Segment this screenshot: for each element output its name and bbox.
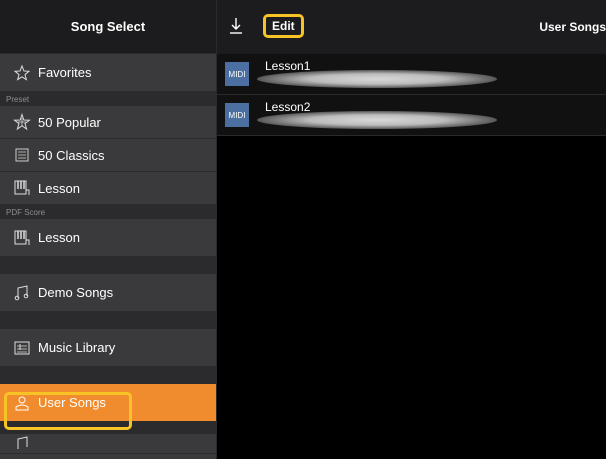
sidebar-item-50-popular[interactable]: 50 Popular xyxy=(0,106,216,139)
sidebar-item-favorites[interactable]: Favorites xyxy=(0,54,216,92)
sidebar-divider xyxy=(0,422,216,434)
midi-badge: MIDI xyxy=(225,62,249,86)
sidebar-item-label: Lesson xyxy=(38,180,80,196)
sidebar-item-lesson-pdf[interactable]: Lesson xyxy=(0,219,216,257)
sidebar-item-label: Demo Songs xyxy=(38,285,114,300)
sidebar-item-label: 50 Popular xyxy=(38,114,101,130)
sidebar-divider xyxy=(0,367,216,384)
list-item[interactable]: MIDI Lesson2 xyxy=(217,95,606,136)
song-name: Lesson2 xyxy=(265,100,311,114)
section-header-preset: Preset xyxy=(0,92,216,106)
midi-badge: MIDI xyxy=(225,103,249,127)
sidebar-divider xyxy=(0,312,216,329)
piano-keys-icon xyxy=(13,179,31,197)
sidebar-item-next[interactable] xyxy=(0,434,216,454)
sidebar-item-label: User Songs xyxy=(38,395,106,410)
song-name: Lesson1 xyxy=(265,59,311,73)
user-songs-panel: Edit User Songs MIDI Lesson1 MIDI Lesson… xyxy=(216,0,606,459)
sidebar-item-50-classics[interactable]: 50 Classics xyxy=(0,139,216,172)
song-select-sidebar: Song Select Favorites Preset 50 Popular … xyxy=(0,0,216,459)
sidebar-title: Song Select xyxy=(0,0,216,54)
user-icon xyxy=(13,394,31,412)
download-icon[interactable] xyxy=(228,17,244,37)
sidebar-divider xyxy=(0,257,216,274)
music-notes-icon xyxy=(13,284,31,302)
toolbar: Edit User Songs xyxy=(217,0,606,54)
sidebar-item-music-library[interactable]: Music Library xyxy=(0,329,216,367)
page-title: User Songs xyxy=(539,20,606,34)
song-list: MIDI Lesson1 MIDI Lesson2 xyxy=(217,54,606,136)
app-window: Song Select Favorites Preset 50 Popular … xyxy=(0,0,606,459)
composer-bust-icon xyxy=(13,146,31,164)
sidebar-item-label: 50 Classics xyxy=(38,147,105,163)
sidebar-item-label: Favorites xyxy=(38,65,92,80)
section-header-pdf-score: PDF Score xyxy=(0,205,216,219)
edit-button[interactable]: Edit xyxy=(263,14,304,38)
sidebar-item-user-songs[interactable]: User Songs xyxy=(0,384,216,422)
sidebar-item-label: Lesson xyxy=(38,230,80,245)
sidebar-item-demo-songs[interactable]: Demo Songs xyxy=(0,274,216,312)
sidebar-item-lesson-preset[interactable]: Lesson xyxy=(0,172,216,205)
piano-keys-icon xyxy=(13,229,31,247)
list-item[interactable]: MIDI Lesson1 xyxy=(217,54,606,95)
music-notes-icon xyxy=(13,435,31,453)
star-burst-icon xyxy=(13,113,31,131)
sidebar-item-label: Music Library xyxy=(38,340,116,355)
sheet-music-icon xyxy=(13,339,31,357)
star-outline-icon xyxy=(13,64,31,82)
